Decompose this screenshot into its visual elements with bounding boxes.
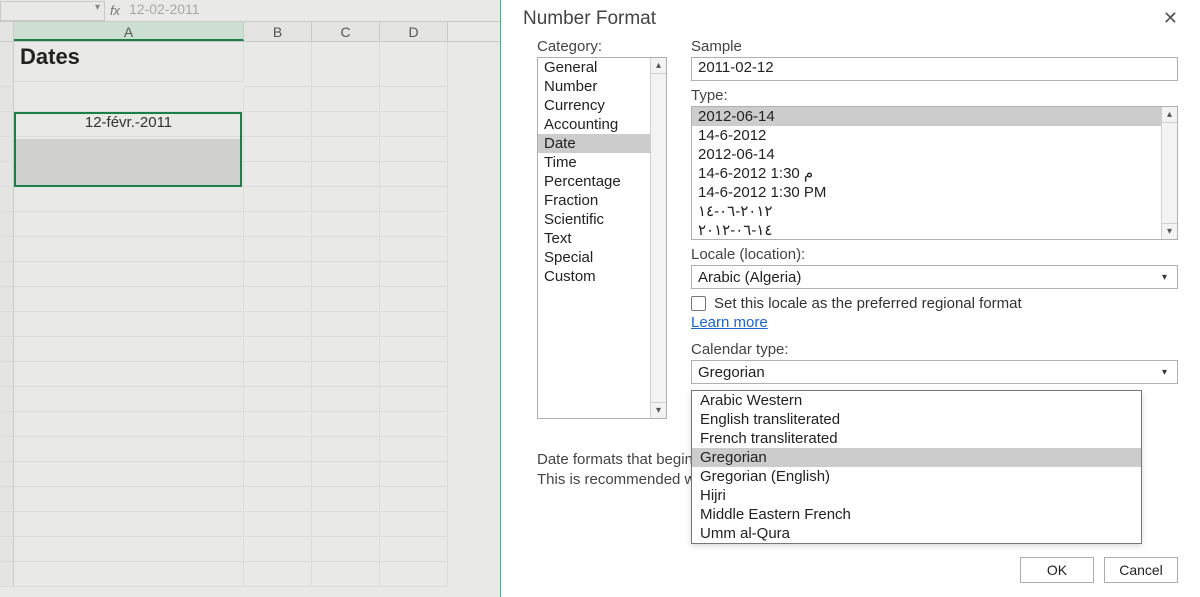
- set-locale-checkbox[interactable]: [691, 296, 706, 311]
- cell-a4[interactable]: 13-nov.-2021: [14, 137, 244, 162]
- category-item-percentage[interactable]: Percentage: [538, 172, 666, 191]
- category-label: Category:: [537, 38, 667, 55]
- calendar-dropdown-list[interactable]: Arabic Western English transliterated Fr…: [691, 390, 1142, 544]
- category-item-number[interactable]: Number: [538, 77, 666, 96]
- sample-label: Sample: [691, 38, 1178, 55]
- locale-label: Locale (location):: [691, 246, 1178, 263]
- cell-b1[interactable]: [244, 42, 312, 87]
- calendar-option-english-transliterated[interactable]: English transliterated: [692, 410, 1141, 429]
- category-item-date[interactable]: Date: [538, 134, 666, 153]
- category-item-text[interactable]: Text: [538, 229, 666, 248]
- cell-a5[interactable]: 31-déc.-1990: [14, 162, 244, 187]
- category-item-fraction[interactable]: Fraction: [538, 191, 666, 210]
- calendar-option-hijri[interactable]: Hijri: [692, 486, 1141, 505]
- scroll-up-icon[interactable]: ▴: [1162, 107, 1177, 123]
- calendar-value: Gregorian: [698, 364, 765, 381]
- formula-bar: ▾ fx 12-02-2011: [0, 0, 500, 22]
- cell-a2[interactable]: [14, 87, 244, 112]
- type-item[interactable]: 14-6-2012 1:30 م: [692, 164, 1177, 183]
- category-item-special[interactable]: Special: [538, 248, 666, 267]
- fx-icon[interactable]: fx: [107, 3, 123, 18]
- name-box[interactable]: ▾: [0, 1, 105, 21]
- ok-button[interactable]: OK: [1020, 557, 1094, 583]
- scroll-down-icon[interactable]: ▾: [651, 402, 666, 418]
- locale-value: Arabic (Algeria): [698, 269, 801, 286]
- type-item[interactable]: ١٤-٠٦-٢٠١٢: [692, 221, 1177, 240]
- type-item[interactable]: 2012-06-14: [692, 145, 1177, 164]
- category-listbox[interactable]: General Number Currency Accounting Date …: [537, 57, 667, 419]
- calendar-option-umm-al-qura[interactable]: Umm al-Qura: [692, 524, 1141, 543]
- row-header[interactable]: [0, 112, 14, 137]
- sample-value: 2011-02-12: [691, 57, 1178, 81]
- chevron-down-icon: ▾: [1162, 272, 1171, 283]
- type-listbox[interactable]: 2012-06-14 14-6-2012 2012-06-14 14-6-201…: [691, 106, 1178, 240]
- calendar-option-gregorian-english[interactable]: Gregorian (English): [692, 467, 1141, 486]
- col-header-d[interactable]: D: [380, 22, 448, 41]
- row-header[interactable]: [0, 42, 14, 87]
- scrollbar[interactable]: ▴▾: [1161, 107, 1177, 239]
- category-item-scientific[interactable]: Scientific: [538, 210, 666, 229]
- column-headers: A B C D: [0, 22, 500, 42]
- cell-d1[interactable]: [380, 42, 448, 87]
- category-item-time[interactable]: Time: [538, 153, 666, 172]
- type-item[interactable]: 2012-06-14: [692, 107, 1177, 126]
- calendar-option-french-transliterated[interactable]: French transliterated: [692, 429, 1141, 448]
- calendar-option-middle-eastern-french[interactable]: Middle Eastern French: [692, 505, 1141, 524]
- chevron-down-icon: ▾: [1162, 367, 1171, 378]
- row-header[interactable]: [0, 87, 14, 112]
- category-item-currency[interactable]: Currency: [538, 96, 666, 115]
- scrollbar[interactable]: ▴▾: [650, 58, 666, 418]
- set-locale-label: Set this locale as the preferred regiona…: [714, 295, 1022, 312]
- cancel-button[interactable]: Cancel: [1104, 557, 1178, 583]
- cell-a3[interactable]: 12-févr.-2011: [14, 112, 244, 137]
- category-item-general[interactable]: General: [538, 58, 666, 77]
- row-header[interactable]: [0, 162, 14, 187]
- type-item[interactable]: 14-6-2012: [692, 126, 1177, 145]
- locale-combobox[interactable]: Arabic (Algeria) ▾: [691, 265, 1178, 289]
- scroll-down-icon[interactable]: ▾: [1162, 223, 1177, 239]
- scroll-up-icon[interactable]: ▴: [651, 58, 666, 74]
- number-format-dialog: Number Format ✕ Category: General Number…: [500, 0, 1200, 597]
- dialog-title: Number Format: [523, 8, 656, 30]
- calendar-option-gregorian[interactable]: Gregorian: [692, 448, 1141, 467]
- col-header-a[interactable]: A: [14, 22, 244, 41]
- cell-c1[interactable]: [312, 42, 380, 87]
- calendar-option-arabic-western[interactable]: Arabic Western: [692, 391, 1141, 410]
- formula-input[interactable]: 12-02-2011: [123, 1, 500, 21]
- select-all-corner[interactable]: [0, 22, 14, 41]
- category-item-custom[interactable]: Custom: [538, 267, 666, 286]
- type-item[interactable]: 14-6-2012 1:30 PM: [692, 183, 1177, 202]
- row-header[interactable]: [0, 137, 14, 162]
- cell-a1[interactable]: Dates: [14, 42, 244, 82]
- col-header-b[interactable]: B: [244, 22, 312, 41]
- learn-more-link[interactable]: Learn more: [691, 314, 1178, 331]
- type-item[interactable]: ٢٠١٢-٠٦-١٤: [692, 202, 1177, 221]
- col-header-c[interactable]: C: [312, 22, 380, 41]
- close-icon[interactable]: ✕: [1159, 8, 1182, 30]
- calendar-type-combobox[interactable]: Gregorian ▾: [691, 360, 1178, 384]
- calendar-type-label: Calendar type:: [691, 341, 1178, 358]
- type-label: Type:: [691, 87, 1178, 104]
- category-item-accounting[interactable]: Accounting: [538, 115, 666, 134]
- spreadsheet-area: ▾ fx 12-02-2011 A B C D Dates 12-févr.-2…: [0, 0, 500, 597]
- chevron-down-icon: ▾: [95, 2, 100, 13]
- cell-grid: Dates 12-févr.-2011 13-nov.-2021 31-déc.…: [0, 42, 500, 587]
